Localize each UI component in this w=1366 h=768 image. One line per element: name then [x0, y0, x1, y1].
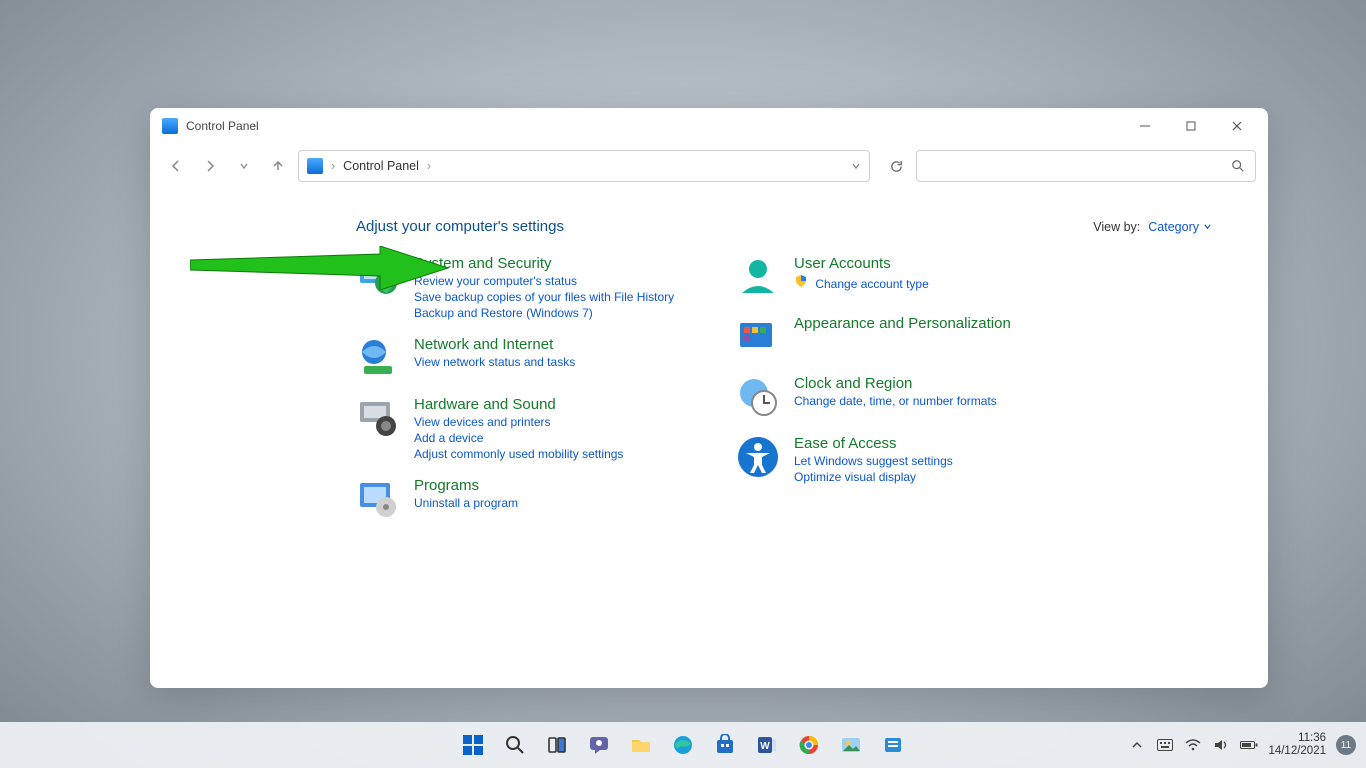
category-task-link[interactable]: Uninstall a program [414, 496, 518, 510]
category-title[interactable]: Network and Internet [414, 336, 575, 353]
taskbar-app-chat[interactable] [582, 728, 616, 762]
chevron-down-icon [1203, 222, 1212, 231]
view-by-dropdown[interactable]: Category [1148, 220, 1212, 234]
search-box[interactable] [916, 150, 1256, 182]
category-task-link[interactable]: Adjust commonly used mobility settings [414, 447, 623, 461]
forward-button[interactable] [196, 152, 224, 180]
notification-badge[interactable]: 11 [1336, 735, 1356, 755]
toolbar: › Control Panel › [150, 144, 1268, 188]
category-task-link[interactable]: Change date, time, or number formats [794, 394, 997, 408]
category-task-link[interactable]: Add a device [414, 431, 623, 445]
battery-icon[interactable] [1240, 736, 1258, 754]
category-title[interactable]: System and Security [414, 255, 674, 272]
category-task-link-text: Change account type [815, 277, 928, 291]
category-title[interactable]: Ease of Access [794, 435, 953, 452]
breadcrumb-separator-icon: › [427, 159, 431, 173]
category-task-link[interactable]: View network status and tasks [414, 355, 575, 369]
category-user-accounts: User Accounts Change account type [736, 255, 1056, 299]
breadcrumb-root[interactable]: Control Panel [343, 159, 419, 173]
volume-icon[interactable] [1212, 736, 1230, 754]
header-row: Adjust your computer's settings View by:… [206, 218, 1212, 235]
taskbar-search-button[interactable] [498, 728, 532, 762]
clock-and-region-icon [736, 375, 780, 419]
uac-shield-icon [794, 274, 808, 288]
search-input[interactable] [927, 159, 1231, 174]
content-area: Adjust your computer's settings View by:… [150, 188, 1268, 688]
taskbar-app-photos[interactable] [834, 728, 868, 762]
refresh-button[interactable] [882, 152, 910, 180]
annotation-arrow [190, 246, 450, 290]
task-view-button[interactable] [540, 728, 574, 762]
programs-icon [356, 477, 400, 521]
control-panel-icon [162, 118, 178, 134]
tray-overflow-icon[interactable] [1128, 736, 1146, 754]
network-and-internet-icon [356, 336, 400, 380]
up-button[interactable] [264, 152, 292, 180]
hardware-and-sound-icon [356, 396, 400, 440]
taskbar-date: 14/12/2021 [1268, 745, 1326, 758]
search-icon[interactable] [1231, 159, 1245, 173]
category-task-link[interactable]: Backup and Restore (Windows 7) [414, 306, 674, 320]
taskbar-app-word[interactable]: W [750, 728, 784, 762]
control-panel-icon [307, 158, 323, 174]
taskbar-app-generic[interactable] [876, 728, 910, 762]
taskbar-center: W [456, 728, 910, 762]
category-programs: Programs Uninstall a program [356, 477, 696, 521]
category-column-left: System and Security Review your computer… [356, 255, 696, 521]
category-title[interactable]: Hardware and Sound [414, 396, 623, 413]
category-ease-of-access: Ease of Access Let Windows suggest setti… [736, 435, 1056, 484]
recent-locations-button[interactable] [230, 152, 258, 180]
minimize-button[interactable] [1122, 110, 1168, 142]
taskbar-app-chrome[interactable] [792, 728, 826, 762]
taskbar-app-edge[interactable] [666, 728, 700, 762]
taskbar-clock[interactable]: 11:36 14/12/2021 [1268, 732, 1326, 758]
taskbar: W 11:36 14/12/2021 11 [0, 722, 1366, 768]
taskbar-right: 11:36 14/12/2021 11 [1128, 732, 1356, 758]
address-bar[interactable]: › Control Panel › [298, 150, 870, 182]
category-columns: System and Security Review your computer… [206, 255, 1212, 521]
category-appearance-and-personalization: Appearance and Personalization [736, 315, 1056, 359]
category-network-and-internet: Network and Internet View network status… [356, 336, 696, 380]
chevron-down-icon[interactable] [851, 161, 861, 171]
category-task-link[interactable]: Let Windows suggest settings [794, 454, 953, 468]
category-title[interactable]: Appearance and Personalization [794, 315, 1011, 332]
page-title: Adjust your computer's settings [356, 218, 564, 235]
category-hardware-and-sound: Hardware and Sound View devices and prin… [356, 396, 696, 461]
keyboard-icon[interactable] [1156, 736, 1174, 754]
maximize-button[interactable] [1168, 110, 1214, 142]
view-by: View by: Category [1093, 220, 1212, 234]
taskbar-time: 11:36 [1268, 732, 1326, 745]
category-task-link[interactable]: Change account type [794, 274, 929, 291]
category-task-link[interactable]: Review your computer's status [414, 274, 674, 288]
category-title[interactable]: Clock and Region [794, 375, 997, 392]
category-task-link[interactable]: Save backup copies of your files with Fi… [414, 290, 674, 304]
category-column-right: User Accounts Change account type [736, 255, 1056, 521]
svg-text:W: W [760, 741, 770, 752]
window-title: Control Panel [186, 119, 259, 133]
category-task-link[interactable]: View devices and printers [414, 415, 623, 429]
category-task-link[interactable]: Optimize visual display [794, 470, 953, 484]
user-accounts-icon [736, 255, 780, 299]
breadcrumb-separator-icon: › [331, 159, 335, 173]
category-title[interactable]: User Accounts [794, 255, 929, 272]
back-button[interactable] [162, 152, 190, 180]
taskbar-app-store[interactable] [708, 728, 742, 762]
wifi-icon[interactable] [1184, 736, 1202, 754]
category-clock-and-region: Clock and Region Change date, time, or n… [736, 375, 1056, 419]
ease-of-access-icon [736, 435, 780, 479]
appearance-and-personalization-icon [736, 315, 780, 359]
close-button[interactable] [1214, 110, 1260, 142]
taskbar-app-explorer[interactable] [624, 728, 658, 762]
titlebar: Control Panel [150, 108, 1268, 144]
start-button[interactable] [456, 728, 490, 762]
category-title[interactable]: Programs [414, 477, 518, 494]
view-by-value: Category [1148, 220, 1199, 234]
view-by-label: View by: [1093, 220, 1140, 234]
control-panel-window: Control Panel › Control Panel › [150, 108, 1268, 688]
